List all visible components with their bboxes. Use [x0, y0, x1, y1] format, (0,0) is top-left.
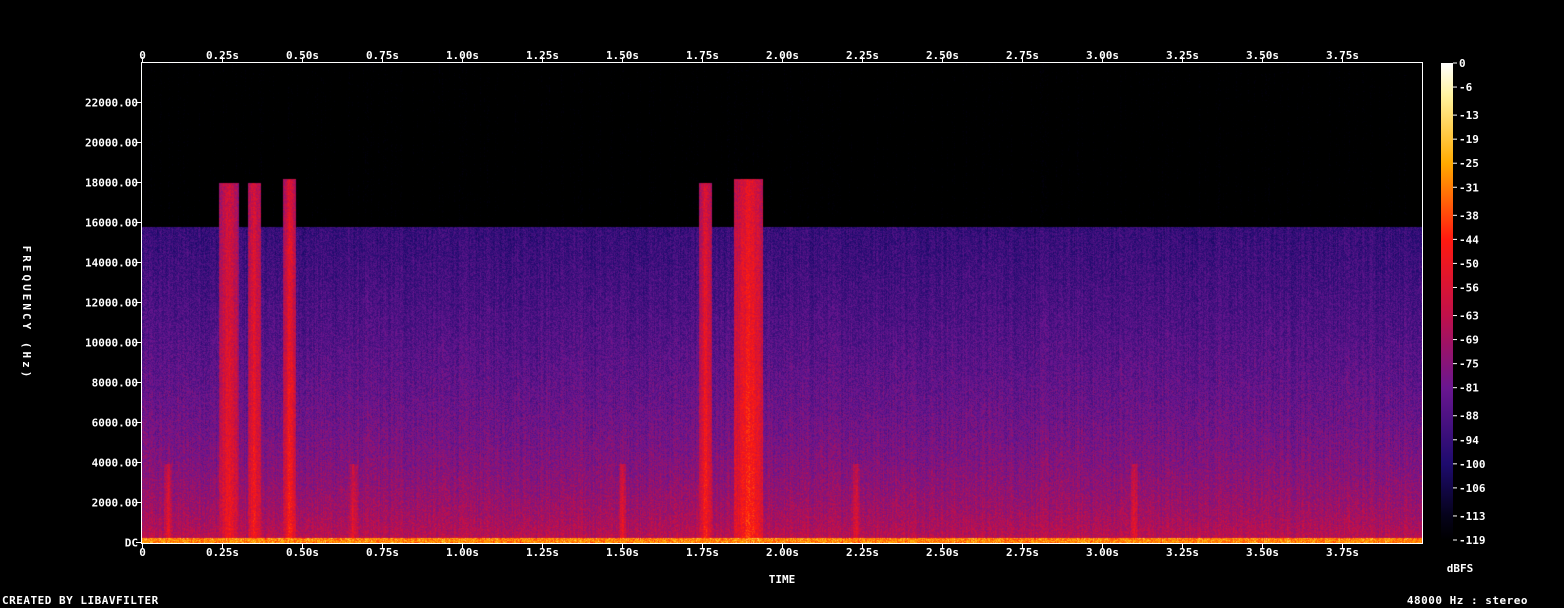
x-tick-label-top-11: 2.75s [1006, 49, 1039, 62]
y-tick-label-5: 10000.00 [85, 337, 138, 350]
frequency-axis: DC 2000.00 4000.00 6000.00 8000.00 10000.00 12… [85, 97, 142, 550]
colorbar-tick-label-0: 0 [1459, 57, 1466, 70]
colorbar-tick-label-16: -100 [1459, 458, 1486, 471]
x-tick-label-bottom-5: 1.25s [526, 546, 559, 559]
time-axis-top: 0 0.25s 0.50s 0.75s 1.00s 1.25s 1.50s 1.75s 2.00… [139, 49, 1359, 63]
colorbar-tick-label-15: -94 [1459, 434, 1479, 447]
x-tick-label-top-7: 1.75s [686, 49, 719, 62]
y-tick-label-9: 18000.00 [85, 177, 138, 190]
x-tick-label-bottom-4: 1.00s [446, 546, 479, 559]
x-tick-label-top-13: 3.25s [1166, 49, 1199, 62]
x-tick-label-top-2: 0.50s [286, 49, 319, 62]
y-tick-label-11: 22000.00 [85, 97, 138, 110]
x-tick-label-bottom-11: 2.75s [1006, 546, 1039, 559]
x-tick-label-top-9: 2.25s [846, 49, 879, 62]
x-tick-label-bottom-12: 3.00s [1086, 546, 1119, 559]
colorbar-tick-label-17: -106 [1459, 482, 1486, 495]
y-tick-label-8: 16000.00 [85, 217, 138, 230]
time-axis-bottom: 0 0.25s 0.50s 0.75s 1.00s 1.25s 1.50s 1.75s 2.00… [139, 543, 1359, 559]
x-tick-label-top-8: 2.00s [766, 49, 799, 62]
spectrogram-canvas [142, 63, 1422, 543]
x-tick-label-bottom-1: 0.25s [206, 546, 239, 559]
colorbar-tick-label-8: -50 [1459, 257, 1479, 270]
colorbar-tick-label-6: -38 [1459, 209, 1479, 222]
x-tick-label-bottom-0: 0 [139, 546, 146, 559]
y-tick-label-0: DC [125, 537, 138, 550]
y-tick-label-2: 4000.00 [92, 457, 138, 470]
y-tick-label-4: 8000.00 [92, 377, 138, 390]
colorbar-tick-label-10: -63 [1459, 310, 1479, 323]
x-tick-label-top-0: 0 [139, 49, 146, 62]
x-tick-label-bottom-13: 3.25s [1166, 546, 1199, 559]
colorbar-tick-label-11: -69 [1459, 334, 1479, 347]
colorbar-label: dBFS [1447, 562, 1474, 575]
x-tick-label-bottom-8: 2.00s [766, 546, 799, 559]
x-tick-label-bottom-15: 3.75s [1326, 546, 1359, 559]
colorbar-tick-label-18: -113 [1459, 510, 1486, 523]
colorbar-tick-label-7: -44 [1459, 233, 1479, 246]
y-axis-label: FREQUENCY (Hz) [20, 246, 33, 381]
y-tick-label-10: 20000.00 [85, 137, 138, 150]
x-tick-label-top-3: 0.75s [366, 49, 399, 62]
x-tick-label-top-1: 0.25s [206, 49, 239, 62]
colorbar-tick-label-5: -31 [1459, 181, 1479, 194]
y-tick-label-6: 12000.00 [85, 297, 138, 310]
colorbar-tick-label-2: -13 [1459, 109, 1479, 122]
colorbar-tick-label-19: -119 [1459, 534, 1486, 547]
x-tick-label-top-10: 2.50s [926, 49, 959, 62]
x-tick-label-top-14: 3.50s [1246, 49, 1279, 62]
colorbar-tick-label-4: -25 [1459, 157, 1479, 170]
colorbar-tick-label-13: -81 [1459, 382, 1479, 395]
x-tick-label-bottom-9: 2.25s [846, 546, 879, 559]
x-axis-label: TIME [769, 573, 796, 586]
x-tick-label-top-6: 1.50s [606, 49, 639, 62]
spectrogram-chart: 0 0.25s 0.50s 0.75s 1.00s 1.25s 1.50s 1.75s 2.00… [20, 49, 1486, 586]
x-tick-label-top-4: 1.00s [446, 49, 479, 62]
y-tick-label-3: 6000.00 [92, 417, 138, 430]
colorbar [1441, 63, 1453, 540]
colorbar-axis: 0 -6 -13 -19 -25 -31 -38 -44 -50 -56 -63 -69 -75 -81 -… [1453, 57, 1486, 547]
colorbar-tick-label-3: -19 [1459, 133, 1479, 146]
colorbar-tick-label-12: -75 [1459, 358, 1479, 371]
footer-credit: CREATED BY LIBAVFILTER [2, 594, 159, 607]
x-tick-label-top-15: 3.75s [1326, 49, 1359, 62]
x-tick-label-bottom-14: 3.50s [1246, 546, 1279, 559]
y-tick-label-1: 2000.00 [92, 497, 138, 510]
x-tick-label-bottom-6: 1.50s [606, 546, 639, 559]
x-tick-label-bottom-3: 0.75s [366, 546, 399, 559]
x-tick-label-top-12: 3.00s [1086, 49, 1119, 62]
footer-format: 48000 Hz : stereo [1406, 594, 1528, 607]
x-tick-label-bottom-7: 1.75s [686, 546, 719, 559]
y-tick-label-7: 14000.00 [85, 257, 138, 270]
x-tick-label-bottom-2: 0.50s [286, 546, 319, 559]
colorbar-tick-label-1: -6 [1459, 81, 1473, 94]
colorbar-tick-label-14: -88 [1459, 410, 1479, 423]
colorbar-tick-label-9: -56 [1459, 281, 1479, 294]
x-tick-label-bottom-10: 2.50s [926, 546, 959, 559]
x-tick-label-top-5: 1.25s [526, 49, 559, 62]
